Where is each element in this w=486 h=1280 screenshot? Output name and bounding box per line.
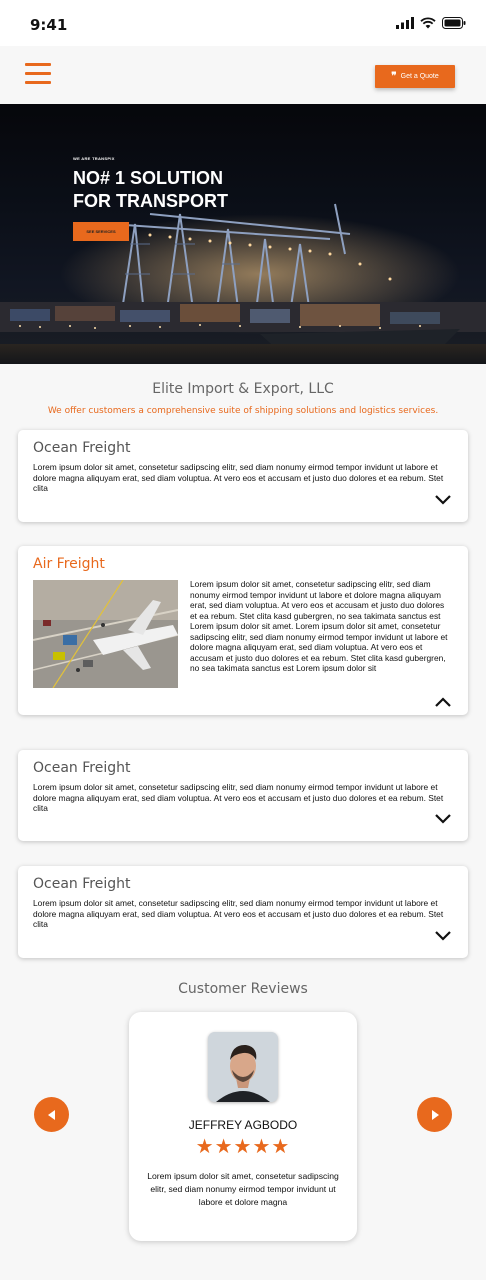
status-icons [396, 17, 466, 29]
battery-icon [442, 17, 466, 29]
chevron-down-icon[interactable] [434, 813, 452, 825]
hero-banner: WE ARE TRANSPIX NO# 1 SOLUTION FOR TRANS… [0, 104, 486, 364]
service-card-ocean-freight[interactable]: Ocean Freight Lorem ipsum dolor sit amet… [18, 750, 468, 841]
quote-icon: ❞ [391, 70, 397, 82]
get-quote-label: Get a Quote [400, 73, 439, 80]
chevron-down-icon[interactable] [434, 930, 452, 942]
hero-title-line-1: NO# 1 SOLUTION [73, 168, 224, 188]
company-name: Elite Import & Export, LLC [152, 381, 334, 397]
review-prev-button[interactable] [34, 1097, 69, 1132]
service-card-text: Lorem ipsum dolor sit amet, consetetur s… [33, 462, 444, 493]
service-card-text: Lorem ipsum dolor sit amet, consetetur s… [190, 579, 448, 673]
signal-icon [396, 17, 414, 29]
top-nav: ❞ Get a Quote [0, 46, 486, 104]
service-card-ocean-freight[interactable]: Ocean Freight Lorem ipsum dolor sit amet… [18, 866, 468, 958]
service-card-title: Ocean Freight [33, 440, 131, 456]
hero-kicker: WE ARE TRANSPIX [73, 156, 115, 161]
air-freight-image [33, 580, 178, 688]
chevron-up-icon[interactable] [434, 696, 452, 708]
get-quote-button[interactable]: ❞ Get a Quote [375, 65, 455, 88]
star-rating: ★★★★★ [195, 1134, 291, 1158]
chevron-down-icon[interactable] [434, 494, 452, 506]
arrow-right-icon [431, 1109, 439, 1120]
company-tagline: We offer customers a comprehensive suite… [47, 406, 439, 416]
service-card-air-freight[interactable]: Air Freight Lorem ipsum dolor sit amet, … [18, 546, 468, 715]
review-card: JEFFREY AGBODO ★★★★★ Lorem ipsum dolor s… [129, 1012, 357, 1241]
service-card-text: Lorem ipsum dolor sit amet, consetetur s… [33, 898, 444, 929]
arrow-left-icon [47, 1109, 55, 1120]
service-card-title: Air Freight [33, 556, 105, 572]
review-next-button[interactable] [417, 1097, 452, 1132]
menu-icon[interactable] [25, 63, 51, 87]
reviewer-name: JEFFREY AGBODO [188, 1118, 298, 1132]
wifi-icon [420, 17, 436, 29]
status-bar: 9:41 [0, 0, 486, 46]
service-card-ocean-freight[interactable]: Ocean Freight Lorem ipsum dolor sit amet… [18, 430, 468, 522]
avatar [208, 1032, 278, 1102]
service-card-title: Ocean Freight [33, 760, 131, 776]
reviews-heading: Customer Reviews [178, 981, 308, 997]
service-card-text: Lorem ipsum dolor sit amet, consetetur s… [33, 782, 444, 813]
see-services-button[interactable]: SEE SERVICES [73, 222, 129, 241]
review-text: Lorem ipsum dolor sit amet, consetetur s… [147, 1171, 339, 1207]
hero-title: NO# 1 SOLUTION FOR TRANSPORT [73, 167, 273, 213]
hero-title-line-2: FOR TRANSPORT [73, 191, 228, 211]
service-card-title: Ocean Freight [33, 876, 131, 892]
status-time: 9:41 [30, 16, 68, 34]
